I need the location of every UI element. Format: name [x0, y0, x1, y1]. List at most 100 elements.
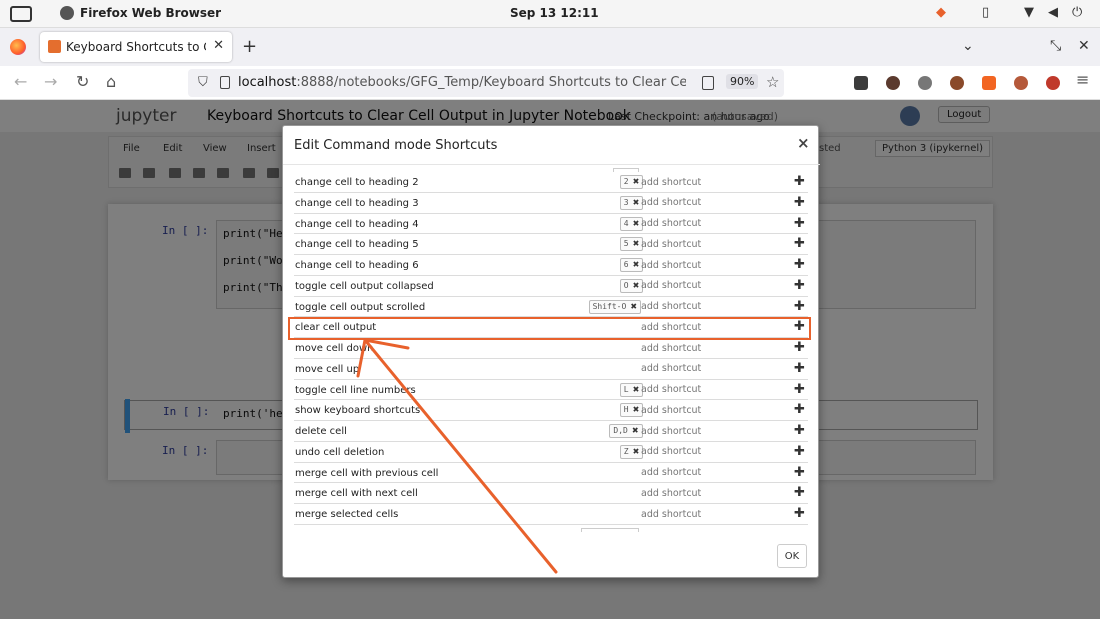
shortcut-row: change cell to heading 3 3✖ ✚ — [294, 193, 808, 214]
page-info-icon[interactable] — [220, 76, 230, 89]
remove-shortcut-icon[interactable]: ✖ — [633, 198, 640, 207]
list-all-tabs-icon[interactable]: ⌄ — [962, 38, 974, 54]
clipboard-icon[interactable]: ▯ — [982, 5, 989, 20]
add-shortcut-input[interactable] — [641, 361, 791, 376]
shortcut-key-badge: Z ✖ — [619, 444, 644, 459]
dialog-divider — [283, 164, 820, 165]
reader-view-icon[interactable] — [702, 76, 714, 90]
add-shortcut-plus-icon[interactable]: ✚ — [794, 423, 805, 438]
add-shortcut-plus-icon[interactable]: ✚ — [794, 195, 805, 210]
close-tab-icon[interactable]: ✕ — [213, 38, 224, 53]
add-shortcut-plus-icon[interactable]: ✚ — [794, 257, 805, 272]
remove-shortcut-icon[interactable]: ✖ — [633, 405, 640, 414]
extension-5-icon[interactable] — [982, 76, 996, 90]
add-shortcut-plus-icon[interactable]: ✚ — [794, 444, 805, 459]
add-shortcut-plus-icon[interactable]: ✚ — [794, 216, 805, 231]
add-shortcut-plus-icon[interactable]: ✚ — [794, 340, 805, 355]
extension-3-icon[interactable] — [918, 76, 932, 90]
shortcut-key-badge: 6 ✖ — [619, 258, 644, 272]
shortcut-action-label: merge cell with previous cell — [295, 467, 439, 479]
edit-shortcuts-dialog: Edit Command mode Shortcuts × change cel… — [282, 125, 820, 578]
shortcut-key-badge: H ✖ — [619, 403, 644, 418]
add-shortcut-plus-icon[interactable]: ✚ — [794, 382, 805, 397]
firefox-view-icon[interactable] — [10, 39, 26, 55]
power-icon[interactable]: ⏻ — [1072, 5, 1082, 20]
shield-icon[interactable]: ⛉ — [198, 75, 208, 90]
close-icon[interactable]: × — [797, 134, 810, 152]
extension-4-icon[interactable] — [950, 76, 964, 90]
remove-shortcut-icon[interactable]: ✖ — [633, 281, 640, 290]
shortcut-row: show keyboard shortcuts H✖ ✚ — [294, 400, 808, 421]
remove-shortcut-icon[interactable]: ✖ — [630, 302, 637, 311]
shortcut-row: merge cell with previous cell ✚ — [294, 463, 808, 484]
tray-app-icon[interactable]: ◆ — [936, 5, 946, 20]
shortcut-action-label: change cell to heading 5 — [295, 239, 419, 251]
add-shortcut-plus-icon[interactable]: ✚ — [794, 299, 805, 314]
wifi-icon[interactable]: ▼ — [1024, 5, 1034, 20]
add-shortcut-input[interactable] — [641, 507, 791, 521]
add-shortcut-input[interactable] — [641, 216, 791, 231]
shortcut-action-label: move cell down — [295, 343, 374, 354]
add-shortcut-plus-icon[interactable]: ✚ — [794, 236, 805, 251]
add-shortcut-input[interactable] — [641, 341, 791, 355]
shortcut-row: delete cell D,D✖ ✚ — [294, 421, 808, 442]
add-shortcut-plus-icon[interactable]: ✚ — [794, 402, 805, 417]
shortcut-list[interactable]: change cell to heading 22✖✚change cell t… — [294, 172, 808, 525]
shortcut-action-label: merge selected cells — [295, 509, 399, 520]
extension-1-icon[interactable] — [854, 76, 868, 90]
url-text[interactable]: localhost:8888/notebooks/GFG_Temp/Keyboa… — [238, 75, 686, 90]
extension-6-icon[interactable] — [1014, 76, 1028, 90]
add-shortcut-input[interactable] — [641, 403, 791, 418]
home-icon[interactable]: ⌂ — [106, 72, 116, 91]
add-shortcut-plus-icon[interactable]: ✚ — [794, 278, 805, 293]
remove-shortcut-icon[interactable]: ✖ — [633, 447, 640, 456]
remove-shortcut-icon[interactable]: ✖ — [633, 219, 640, 228]
tab-bar: Keyboard Shortcuts to Cle ✕ — [0, 28, 1100, 66]
add-shortcut-input[interactable] — [641, 424, 791, 438]
new-tab-button[interactable]: + — [242, 36, 257, 57]
shortcut-row: toggle cell output collapsed O✖ ✚ — [294, 276, 808, 297]
add-shortcut-plus-icon[interactable]: ✚ — [794, 465, 805, 480]
add-shortcut-input[interactable] — [641, 486, 791, 501]
add-shortcut-input[interactable] — [641, 382, 791, 397]
shortcut-action-label: merge cell with next cell — [295, 488, 418, 500]
clock[interactable]: Sep 13 12:11 — [510, 6, 599, 20]
close-window-icon[interactable]: ✕ — [1078, 38, 1090, 54]
add-shortcut-input[interactable] — [641, 175, 791, 189]
extension-2-icon[interactable] — [886, 76, 900, 90]
add-shortcut-input[interactable] — [641, 195, 791, 210]
ok-button[interactable]: OK — [777, 544, 807, 568]
shortcut-key-badge: L ✖ — [619, 382, 644, 397]
volume-icon[interactable]: ◀ — [1048, 5, 1058, 20]
shortcut-row: move cell up ✚ — [294, 359, 808, 380]
app-menu-label[interactable]: Firefox Web Browser — [80, 6, 221, 20]
reload-icon[interactable]: ↻ — [76, 72, 89, 91]
add-shortcut-plus-icon[interactable]: ✚ — [794, 174, 805, 189]
remove-shortcut-icon[interactable]: ✖ — [633, 177, 640, 186]
remove-shortcut-icon[interactable]: ✖ — [633, 239, 640, 248]
add-shortcut-plus-icon[interactable]: ✚ — [794, 506, 805, 521]
extension-7-icon[interactable] — [1046, 76, 1060, 90]
remove-shortcut-icon[interactable]: ✖ — [633, 260, 640, 269]
add-shortcut-input[interactable] — [641, 258, 791, 272]
back-icon[interactable]: ← — [14, 72, 27, 91]
app-menu-icon[interactable]: ≡ — [1076, 70, 1089, 89]
zoom-level-button[interactable]: 90% — [726, 74, 759, 89]
add-shortcut-plus-icon[interactable]: ✚ — [794, 485, 805, 500]
bookmark-star-icon[interactable]: ☆ — [766, 73, 779, 91]
add-shortcut-input[interactable] — [641, 444, 791, 459]
shortcut-row: change cell to heading 2 2✖ ✚ — [294, 172, 808, 193]
remove-shortcut-icon[interactable]: ✖ — [632, 426, 639, 435]
url-bar[interactable]: ⛉ localhost:8888/notebooks/GFG_Temp/Keyb… — [188, 69, 784, 97]
add-shortcut-plus-icon[interactable]: ✚ — [794, 361, 805, 376]
add-shortcut-input[interactable] — [641, 237, 791, 252]
forward-icon[interactable]: → — [44, 72, 57, 91]
jupyter-favicon-icon — [48, 40, 61, 53]
activities-icon[interactable] — [10, 6, 32, 22]
add-shortcut-input[interactable] — [641, 465, 791, 480]
add-shortcut-input[interactable] — [641, 278, 791, 293]
restore-window-icon[interactable]: ⤡ — [1050, 38, 1061, 54]
remove-shortcut-icon[interactable]: ✖ — [633, 385, 640, 394]
add-shortcut-input[interactable] — [641, 299, 791, 314]
tab-keyboard-shortcuts[interactable]: Keyboard Shortcuts to Cle ✕ — [40, 32, 232, 62]
